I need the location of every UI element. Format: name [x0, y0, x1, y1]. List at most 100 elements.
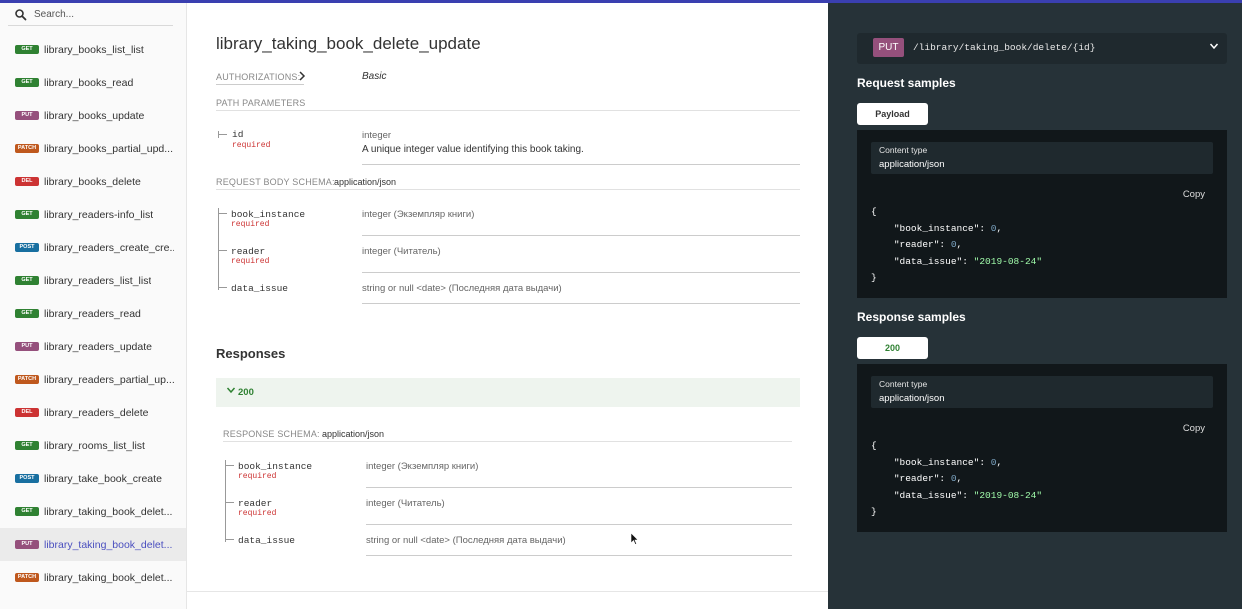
sidebar-item-label: library_readers_create_cre... — [44, 241, 174, 254]
sidebar-item[interactable]: PATCH library_books_partial_upd... — [0, 132, 186, 165]
sidebar-item[interactable]: PATCH library_readers_partial_up... — [0, 363, 186, 396]
sidebar-item-label: library_books_update — [44, 109, 145, 122]
tree-line — [218, 134, 227, 135]
sidebar-item-label: library_books_delete — [44, 175, 141, 188]
copy-button[interactable]: Copy — [1183, 189, 1205, 200]
authorizations-underline — [216, 84, 304, 85]
path-param-required: required — [232, 141, 271, 150]
divider — [362, 272, 800, 273]
sidebar-item[interactable]: GET library_books_read — [0, 66, 186, 99]
content-type-label: Content type — [879, 379, 928, 389]
path-param-type: integer — [362, 130, 392, 141]
json-key: "reader" — [893, 473, 940, 484]
content-type-value: application/json — [879, 159, 945, 170]
field-name: data_issue — [231, 283, 289, 294]
sidebar-item[interactable]: GET library_readers_read — [0, 297, 186, 330]
response-json-sample: { "book_instance": 0, "reader": 0, "data… — [871, 440, 1043, 517]
json-brace: { — [871, 206, 877, 217]
response-200-tab[interactable]: 200 — [857, 337, 928, 359]
sidebar-item[interactable]: GET library_rooms_list_list — [0, 429, 186, 462]
json-comma: , — [956, 473, 963, 484]
method-badge: PUT — [15, 342, 39, 351]
field-required: required — [231, 220, 270, 229]
request-body-label: REQUEST BODY SCHEMA: — [216, 177, 335, 187]
sidebar-item-label: library_books_partial_upd... — [44, 142, 173, 155]
divider — [362, 303, 800, 304]
content-type-box: Content type application/json — [871, 376, 1213, 408]
request-body-media-type: application/json — [334, 177, 397, 187]
endpoint-path: /library/taking_book/delete/{id} — [913, 42, 1096, 53]
copy-button[interactable]: Copy — [1183, 423, 1205, 434]
json-value: "2019-08-24" — [973, 489, 1043, 501]
json-key: "book_instance" — [893, 456, 980, 468]
tree-line — [218, 250, 227, 251]
sidebar-item[interactable]: GET library_books_list_list — [0, 33, 186, 66]
json-brace: } — [871, 506, 877, 517]
authorizations-label[interactable]: AUTHORIZATIONS: — [216, 72, 300, 82]
sidebar-item[interactable]: PUT library_books_update — [0, 99, 186, 132]
sidebar-item[interactable]: PATCH library_taking_book_delet... — [0, 561, 186, 594]
payload-tab[interactable]: Payload — [857, 103, 928, 125]
field-name: reader — [238, 498, 273, 509]
sidebar-item[interactable]: GET library_taking_book_delet... — [0, 495, 186, 528]
method-badge: GET — [15, 78, 39, 87]
tree-line — [225, 465, 234, 466]
page-title: library_taking_book_delete_update — [216, 34, 481, 53]
response-200-toggle[interactable]: 200 — [216, 378, 800, 407]
endpoint-method-badge: PUT — [873, 38, 904, 57]
endpoint-selector[interactable]: PUT /library/taking_book/delete/{id} — [857, 33, 1227, 64]
response-sample-box: Content type application/json Copy { "bo… — [857, 364, 1227, 532]
sidebar-item[interactable]: GET library_readers-info_list — [0, 198, 186, 231]
responses-title: Responses — [216, 346, 286, 361]
field-name: data_issue — [238, 535, 296, 546]
divider — [362, 235, 800, 236]
request-sample-box: Content type application/json Copy { "bo… — [857, 130, 1227, 298]
field-name: reader — [231, 246, 266, 257]
sidebar-item[interactable]: DEL library_readers_delete — [0, 396, 186, 429]
search-box[interactable] — [8, 4, 173, 26]
search-input[interactable] — [34, 9, 164, 20]
sidebar-item[interactable]: POST library_readers_create_cre... — [0, 231, 186, 264]
json-comma: , — [996, 456, 1003, 468]
sidebar-item-label: library_taking_book_delet... — [44, 538, 173, 551]
method-badge: POST — [15, 474, 39, 483]
field-required: required — [238, 509, 277, 518]
sidebar-item-label: library_books_read — [44, 76, 134, 89]
sidebar-item[interactable]: GET library_readers_list_list — [0, 264, 186, 297]
request-json-sample: { "book_instance": 0, "reader": 0, "data… — [871, 206, 1043, 283]
chevron-down-icon — [1209, 43, 1219, 50]
content-type-box: Content type application/json — [871, 142, 1213, 174]
field-type: integer (Экземпляр книги) — [362, 209, 475, 220]
divider — [366, 487, 792, 488]
sidebar-item[interactable]: POST library_take_book_create — [0, 462, 186, 495]
chevron-down-icon — [226, 385, 236, 398]
sidebar-item-label: library_readers_update — [44, 340, 152, 353]
sidebar-item[interactable]: PUT library_readers_update — [0, 330, 186, 363]
json-key: "book_instance" — [893, 222, 980, 234]
sidebar-item-label: library_readers_delete — [44, 406, 149, 419]
json-brace: } — [871, 272, 877, 283]
sidebar-item-label: library_readers_list_list — [44, 274, 152, 287]
chevron-right-icon[interactable] — [298, 71, 306, 84]
response-samples-title: Response samples — [857, 310, 966, 324]
field-type: integer (Читатель) — [362, 246, 441, 257]
sidebar: GET library_books_list_list GET library_boo… — [0, 0, 187, 609]
sidebar-item[interactable]: DEL library_books_delete — [0, 165, 186, 198]
method-badge: GET — [15, 309, 39, 318]
tree-line — [225, 502, 234, 503]
top-accent-bar — [0, 0, 1242, 3]
method-badge: GET — [15, 441, 39, 450]
divider — [362, 164, 800, 165]
path-parameters-label: PATH PARAMETERS — [216, 98, 306, 108]
field-name: book_instance — [238, 461, 313, 472]
field-name: book_instance — [231, 209, 306, 220]
method-badge: DEL — [15, 408, 39, 417]
tree-line — [218, 213, 227, 214]
divider — [216, 189, 800, 190]
json-key: "reader" — [893, 239, 940, 250]
operation-details: library_taking_book_delete_update AUTHOR… — [187, 0, 828, 609]
sidebar-item-label: library_rooms_list_list — [44, 439, 145, 452]
sidebar-item[interactable]: PUT library_taking_book_delet... — [0, 528, 186, 561]
json-value: "2019-08-24" — [973, 255, 1043, 267]
method-badge: GET — [15, 276, 39, 285]
